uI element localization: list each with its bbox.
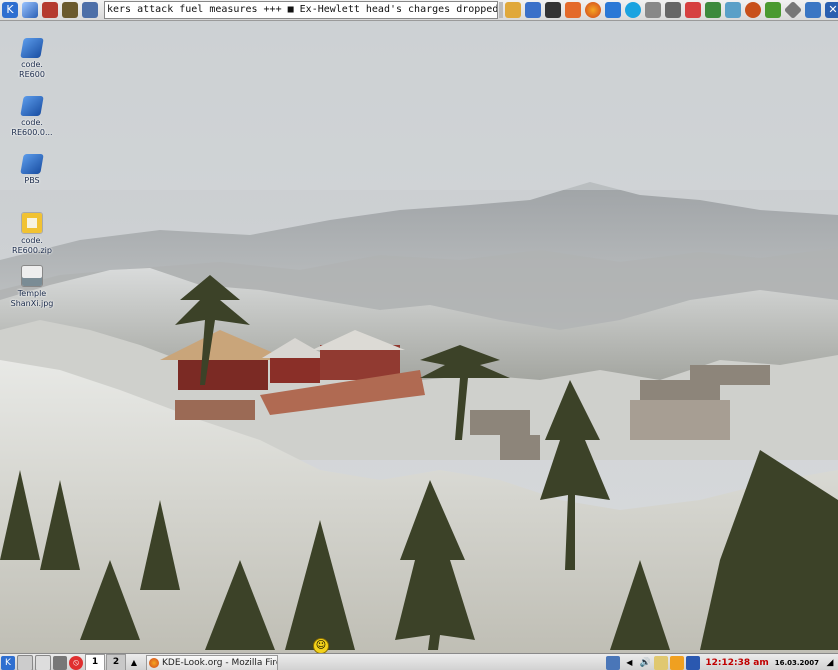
terminal-icon[interactable] <box>545 2 561 18</box>
desktop[interactable]: code. RE600 code. RE600.0... PBS code. R… <box>0 0 838 670</box>
clock[interactable]: 12:12:38 am <box>705 658 768 668</box>
desktop-icon-pbs[interactable]: PBS <box>2 154 62 186</box>
notes-icon[interactable] <box>725 2 741 18</box>
pager-desktop-1[interactable]: 1 <box>85 654 105 670</box>
bluetooth-icon[interactable] <box>686 655 701 670</box>
desktop-icon-code-re600-0[interactable]: code. RE600.0... <box>2 96 62 138</box>
monitor-icon[interactable] <box>53 655 67 670</box>
pager-desktop-2[interactable]: 2 <box>106 654 126 670</box>
date[interactable]: 16.03.2007 <box>775 659 819 667</box>
desktop-icon-label: code. RE600.zip <box>12 236 52 255</box>
bookmark-icon[interactable] <box>685 2 701 18</box>
firefox-icon <box>149 657 159 668</box>
network-tray-icon[interactable] <box>606 655 621 670</box>
wallpaper-image <box>0 0 838 670</box>
resize-icon[interactable] <box>505 2 521 18</box>
scatter-icon[interactable] <box>605 2 621 18</box>
firefox-icon[interactable] <box>585 2 601 18</box>
stop-icon[interactable]: ⦸ <box>69 655 83 670</box>
book-icon[interactable] <box>705 2 721 18</box>
folder-icon <box>20 154 44 174</box>
taskbar-item-firefox[interactable]: KDE-Look.org - Mozilla Fire <box>146 654 278 670</box>
zip-icon <box>21 212 43 234</box>
window-list-icon[interactable] <box>35 654 51 670</box>
diamond-icon[interactable] <box>783 0 803 20</box>
bottom-panel: K ⦸ 1 2 ▲ KDE-Look.org - Mozilla Fire ◀ … <box>0 653 838 670</box>
store-icon[interactable] <box>42 2 58 18</box>
ball-icon[interactable] <box>745 2 761 18</box>
ticker-handle[interactable] <box>499 2 503 18</box>
resize-handle-icon[interactable]: ◢ <box>823 656 837 670</box>
cube-icon[interactable] <box>22 2 38 18</box>
folder-icon <box>20 38 44 58</box>
desktop-icon-code-re600[interactable]: code. RE600 <box>2 38 62 80</box>
volume-icon[interactable]: 🔊 <box>638 656 652 670</box>
desktop-icon-code-re600-zip[interactable]: code. RE600.zip <box>2 212 62 256</box>
show-desktop-icon[interactable] <box>17 654 33 670</box>
top-panel: K kers attack fuel measures +++ ■ Ex-Hew… <box>0 0 838 21</box>
network-icon[interactable] <box>82 2 98 18</box>
desktop-icon-label: code. RE600.0... <box>11 118 53 137</box>
folder-icon <box>20 96 44 116</box>
lock-icon[interactable] <box>645 2 661 18</box>
image-icon <box>21 265 43 287</box>
desktop-icon-label: PBS <box>24 176 40 185</box>
news-ticker[interactable]: kers attack fuel measures +++ ■ Ex-Hewle… <box>104 1 498 19</box>
clipboard-icon[interactable] <box>654 655 669 670</box>
update-icon[interactable] <box>670 655 685 670</box>
up-arrow-icon[interactable]: ▲ <box>127 656 141 670</box>
desktop-icon-temple-shanxi[interactable]: Temple ShanXi.jpg <box>2 265 62 309</box>
compass-icon[interactable] <box>805 2 821 18</box>
skype-icon[interactable] <box>625 2 641 18</box>
smiley-icon[interactable]: ☺ <box>313 638 329 654</box>
desktop-icon-label: Temple ShanXi.jpg <box>10 289 54 308</box>
home-icon[interactable] <box>565 2 581 18</box>
kde-menu-icon[interactable]: K <box>2 2 18 18</box>
edit-icon[interactable] <box>525 2 541 18</box>
taskbar-item-label: KDE-Look.org - Mozilla Fire <box>162 657 278 668</box>
close-icon[interactable]: ✕ <box>825 2 838 18</box>
kde-menu-icon[interactable]: K <box>1 655 15 670</box>
arrow-tray-icon[interactable]: ◀ <box>622 656 636 670</box>
game-icon[interactable] <box>62 2 78 18</box>
desktop-icon-label: code. RE600 <box>19 60 45 79</box>
tools-icon[interactable] <box>665 2 681 18</box>
leaf-icon[interactable] <box>765 2 781 18</box>
